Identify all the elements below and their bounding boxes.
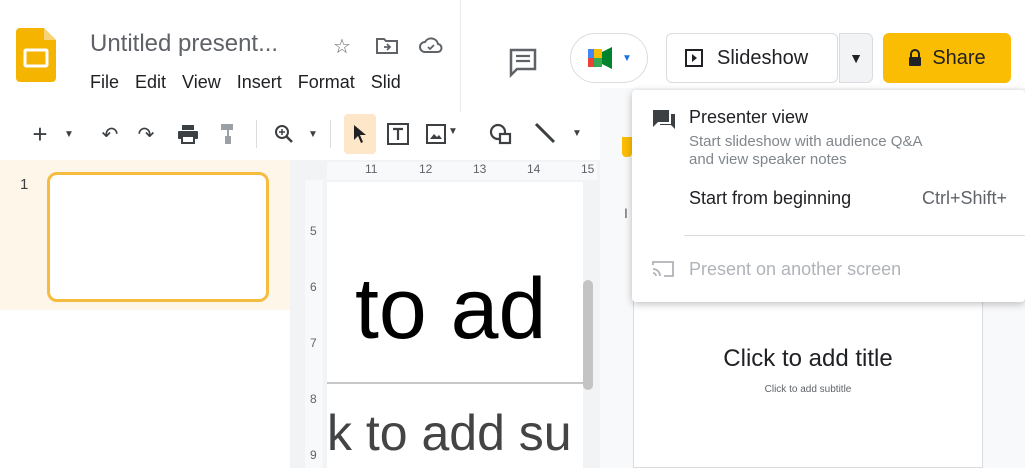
ruler-tick-label: 12 — [419, 162, 433, 176]
image-dropdown-icon[interactable]: ▼ — [448, 126, 458, 137]
presenter-view-description-line-1: Start slideshow with audience Q&A — [689, 133, 923, 150]
meet-button[interactable]: ▼ — [570, 33, 648, 83]
print-icon[interactable] — [174, 114, 202, 154]
select-cursor-icon[interactable] — [344, 114, 376, 154]
slideshow-dropdown-button[interactable]: ▼ — [839, 33, 873, 83]
preview-title: Click to add title — [723, 345, 893, 372]
ruler-tick-label: 8 — [310, 392, 317, 406]
menu-item-start-from-beginning[interactable]: Start from beginning — [689, 188, 851, 209]
menu-item-presenter-view[interactable]: Presenter view — [689, 107, 808, 128]
toolbar-divider — [256, 120, 257, 148]
move-folder-icon[interactable] — [375, 36, 399, 56]
menu-view[interactable]: View — [182, 72, 221, 92]
zoom-dropdown-icon[interactable]: ▼ — [306, 114, 320, 154]
line-dropdown-icon[interactable]: ▼ — [572, 128, 582, 139]
menu-format[interactable]: Format — [298, 72, 355, 92]
menu-insert[interactable]: Insert — [237, 72, 282, 92]
slide-subtitle-placeholder[interactable]: k to add su — [327, 404, 572, 462]
ruler-tick-label: 7 — [310, 336, 317, 350]
redo-icon[interactable]: ↷ — [132, 114, 160, 154]
lock-icon — [909, 49, 922, 66]
presenter-view-description-line-2: and view speaker notes — [689, 151, 847, 168]
line-icon[interactable] — [532, 120, 558, 146]
slide-canvas[interactable]: to ad k to add su — [327, 182, 583, 468]
play-slideshow-icon — [685, 49, 703, 67]
ruler-tick-label: 5 — [310, 224, 317, 238]
share-button[interactable]: Share — [883, 33, 1011, 83]
paint-format-icon[interactable] — [214, 114, 242, 154]
cast-icon — [652, 261, 674, 277]
menu-bar: File Edit View Insert Format Slid — [90, 72, 417, 93]
slideshow-button[interactable]: Slideshow — [666, 33, 838, 83]
start-shortcut: Ctrl+Shift+ — [922, 188, 1008, 208]
menu-item-present-on-another-screen: Present on another screen — [689, 259, 902, 279]
ruler-tick-label: 15 — [581, 162, 595, 176]
cloud-status-icon[interactable] — [418, 36, 444, 56]
canvas-scrollbar[interactable] — [583, 280, 593, 390]
ruler-tick-label: 11 — [365, 162, 378, 176]
meet-dropdown-icon: ▼ — [622, 52, 632, 64]
placeholder-border — [327, 382, 583, 384]
preview-subtitle: Click to add subtitle — [764, 384, 852, 395]
image-icon[interactable] — [424, 114, 448, 154]
slides-logo-icon[interactable] — [16, 28, 56, 82]
side-panel-tab[interactable]: I — [624, 205, 628, 221]
ruler-tick-label: 13 — [473, 162, 487, 176]
slide-preview[interactable]: Click to add title Click to add subtitle — [633, 300, 983, 468]
slideshow-label: Slideshow — [717, 46, 809, 69]
undo-icon[interactable]: ↶ — [96, 114, 124, 154]
side-panel-tab-indicator — [622, 137, 632, 157]
new-slide-dropdown-icon[interactable]: ▼ — [62, 114, 76, 154]
ruler-tick-label: 14 — [527, 162, 541, 176]
slide-title-placeholder[interactable]: to ad — [355, 260, 546, 359]
slideshow-menu: Presenter view Start slideshow with audi… — [632, 90, 1025, 302]
menu-file[interactable]: File — [90, 72, 119, 92]
star-icon[interactable]: ☆ — [333, 34, 351, 59]
menu-edit[interactable]: Edit — [135, 72, 166, 92]
zoom-icon[interactable] — [270, 114, 298, 154]
meet-icon — [588, 47, 613, 69]
horizontal-ruler: 11 12 13 14 15 — [327, 162, 597, 180]
vertical-ruler: 5 6 7 8 9 — [305, 180, 323, 468]
document-title[interactable]: Untitled present... — [90, 30, 278, 58]
slide-thumbnail[interactable] — [47, 172, 269, 302]
new-slide-plus-icon[interactable]: + — [26, 114, 54, 154]
header-divider — [460, 0, 461, 112]
shape-icon[interactable] — [488, 122, 516, 146]
toolbar-divider — [330, 120, 331, 148]
menu-separator — [684, 235, 1025, 236]
text-box-icon[interactable] — [384, 114, 412, 154]
comment-history-icon[interactable] — [505, 44, 541, 80]
ruler-tick-label: 9 — [310, 448, 317, 462]
ruler-tick-label: 6 — [310, 280, 317, 294]
share-label: Share — [932, 46, 986, 69]
presenter-view-icon — [653, 110, 675, 129]
slide-number: 1 — [20, 176, 29, 193]
menu-slide[interactable]: Slid — [371, 72, 401, 92]
toolbar: + ▼ ↶ ↷ ▼ — [18, 114, 448, 154]
